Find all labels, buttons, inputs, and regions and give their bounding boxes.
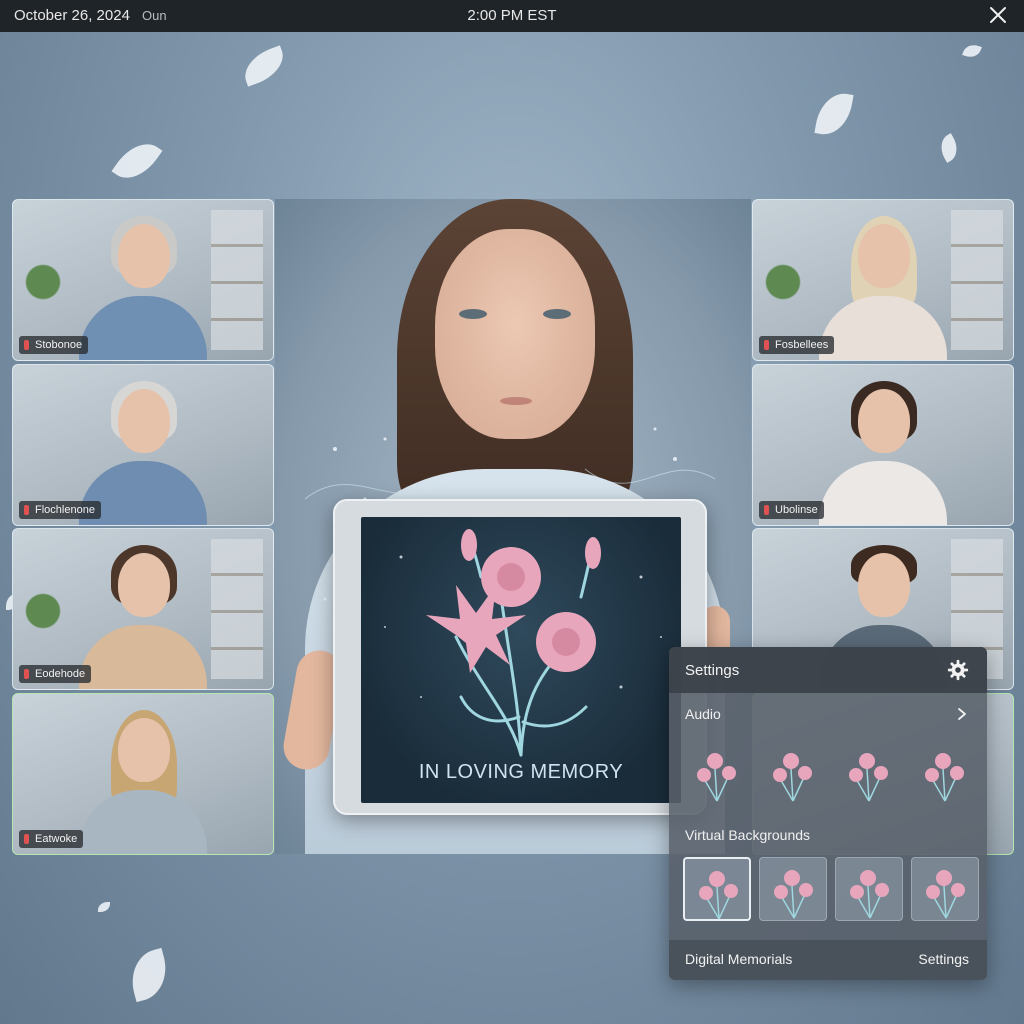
participant-video: [73, 704, 213, 854]
flower-thumbnail-icon: [925, 753, 964, 802]
petal-decoration: [98, 902, 110, 912]
participant-face: [858, 389, 910, 453]
plant-background: [23, 589, 63, 633]
gear-icon[interactable]: [947, 659, 969, 681]
close-icon[interactable]: [988, 5, 1008, 25]
virtual-background-options: [683, 857, 979, 921]
settings-panel: Settings Audio Virtual Backgrounds Digit…: [669, 647, 987, 980]
mic-muted-icon: [764, 505, 769, 515]
mic-muted-icon: [24, 669, 29, 679]
participant-body: [79, 296, 207, 360]
participant-name: Fosbellees: [775, 339, 829, 351]
participant-video: [813, 375, 953, 525]
memorial-screen: IN LOVING MEMORY: [361, 517, 681, 803]
participant-name: Stobonoe: [35, 339, 83, 351]
participant-name: Eodehode: [35, 668, 86, 680]
flower-bouquet-image: [384, 529, 662, 757]
participant-tile[interactable]: Fosbellees: [752, 199, 1014, 361]
participant-name-label: Ubolinse: [759, 501, 824, 519]
plant-background: [23, 260, 63, 304]
virtual-background-option[interactable]: [835, 857, 903, 921]
participant-video: [73, 210, 213, 360]
flower-thumbnail-icon: [773, 753, 812, 802]
audio-label: Audio: [685, 706, 721, 722]
virtual-background-option[interactable]: [759, 857, 827, 921]
flower-thumbnail-icon: [926, 870, 965, 919]
flower-thumbnail-icon: [699, 871, 738, 920]
flower-thumbnail-icon: [697, 753, 736, 802]
mic-muted-icon: [24, 505, 29, 515]
mic-muted-icon: [764, 340, 769, 350]
memorial-tablet: IN LOVING MEMORY: [333, 499, 707, 815]
memorial-caption: IN LOVING MEMORY: [418, 761, 624, 783]
top-bar: October 26, 2024 Oun 2:00 PM EST: [0, 0, 1024, 32]
participant-name-label: Fosbellees: [759, 336, 835, 354]
audio-theme-option[interactable]: [911, 741, 979, 805]
settings-panel-header: Settings: [669, 647, 987, 693]
bookshelf-background: [951, 210, 1003, 350]
participant-body: [79, 790, 207, 854]
petal-decoration: [238, 45, 290, 87]
participant-tile[interactable]: Stobonoe: [12, 199, 274, 361]
petal-decoration: [111, 133, 163, 189]
participant-name: Flochlenone: [35, 504, 95, 516]
plant-background: [763, 260, 803, 304]
digital-memorials-link[interactable]: Digital Memorials: [685, 951, 792, 967]
participant-name: Eatwoke: [35, 833, 78, 845]
virtual-background-option[interactable]: [911, 857, 979, 921]
participant-face: [118, 389, 170, 453]
participant-face: [118, 224, 170, 288]
participant-body: [819, 461, 947, 525]
participant-tile[interactable]: Flochlenone: [12, 364, 274, 526]
bookshelf-background: [211, 539, 263, 679]
participant-tile[interactable]: Ubolinse: [752, 364, 1014, 526]
participant-body: [819, 296, 947, 360]
participant-name-label: Stobonoe: [19, 336, 89, 354]
petal-decoration: [124, 947, 174, 1003]
meeting-time: 2:00 PM EST: [467, 7, 557, 24]
audio-settings-row[interactable]: Audio: [669, 699, 987, 731]
audio-theme-option[interactable]: [835, 741, 903, 805]
participant-name-label: Flochlenone: [19, 501, 101, 519]
participant-tile-active-speaker[interactable]: Eatwoke: [12, 693, 274, 855]
participant-face: [858, 224, 910, 288]
audio-theme-option[interactable]: [683, 741, 751, 805]
audio-theme-option[interactable]: [759, 741, 827, 805]
audio-theme-options: [683, 741, 979, 805]
participant-video: [813, 210, 953, 360]
flower-thumbnail-icon: [774, 870, 813, 919]
flower-thumbnail-icon: [850, 870, 889, 919]
participant-name-label: Eodehode: [19, 665, 92, 683]
virtual-backgrounds-label: Virtual Backgrounds: [685, 827, 811, 843]
virtual-background-option-selected[interactable]: [683, 857, 751, 921]
participant-video: [73, 539, 213, 689]
mic-muted-icon: [24, 340, 29, 350]
settings-panel-footer: Digital Memorials Settings: [669, 940, 987, 980]
petal-decoration: [962, 41, 982, 61]
mic-muted-icon: [24, 834, 29, 844]
participant-name-label: Eatwoke: [19, 830, 84, 848]
participant-tile[interactable]: Eodehode: [12, 528, 274, 690]
flower-thumbnail-icon: [849, 753, 888, 802]
bookshelf-background: [211, 210, 263, 350]
settings-link[interactable]: Settings: [918, 951, 969, 967]
participant-face: [858, 553, 910, 617]
participant-face: [118, 553, 170, 617]
petal-decoration: [935, 133, 963, 163]
chevron-right-icon: [958, 708, 966, 720]
participant-face: [118, 718, 170, 782]
petal-decoration: [814, 89, 854, 139]
participant-body: [79, 625, 207, 689]
participant-name: Ubolinse: [775, 504, 818, 516]
settings-panel-title: Settings: [685, 662, 740, 679]
